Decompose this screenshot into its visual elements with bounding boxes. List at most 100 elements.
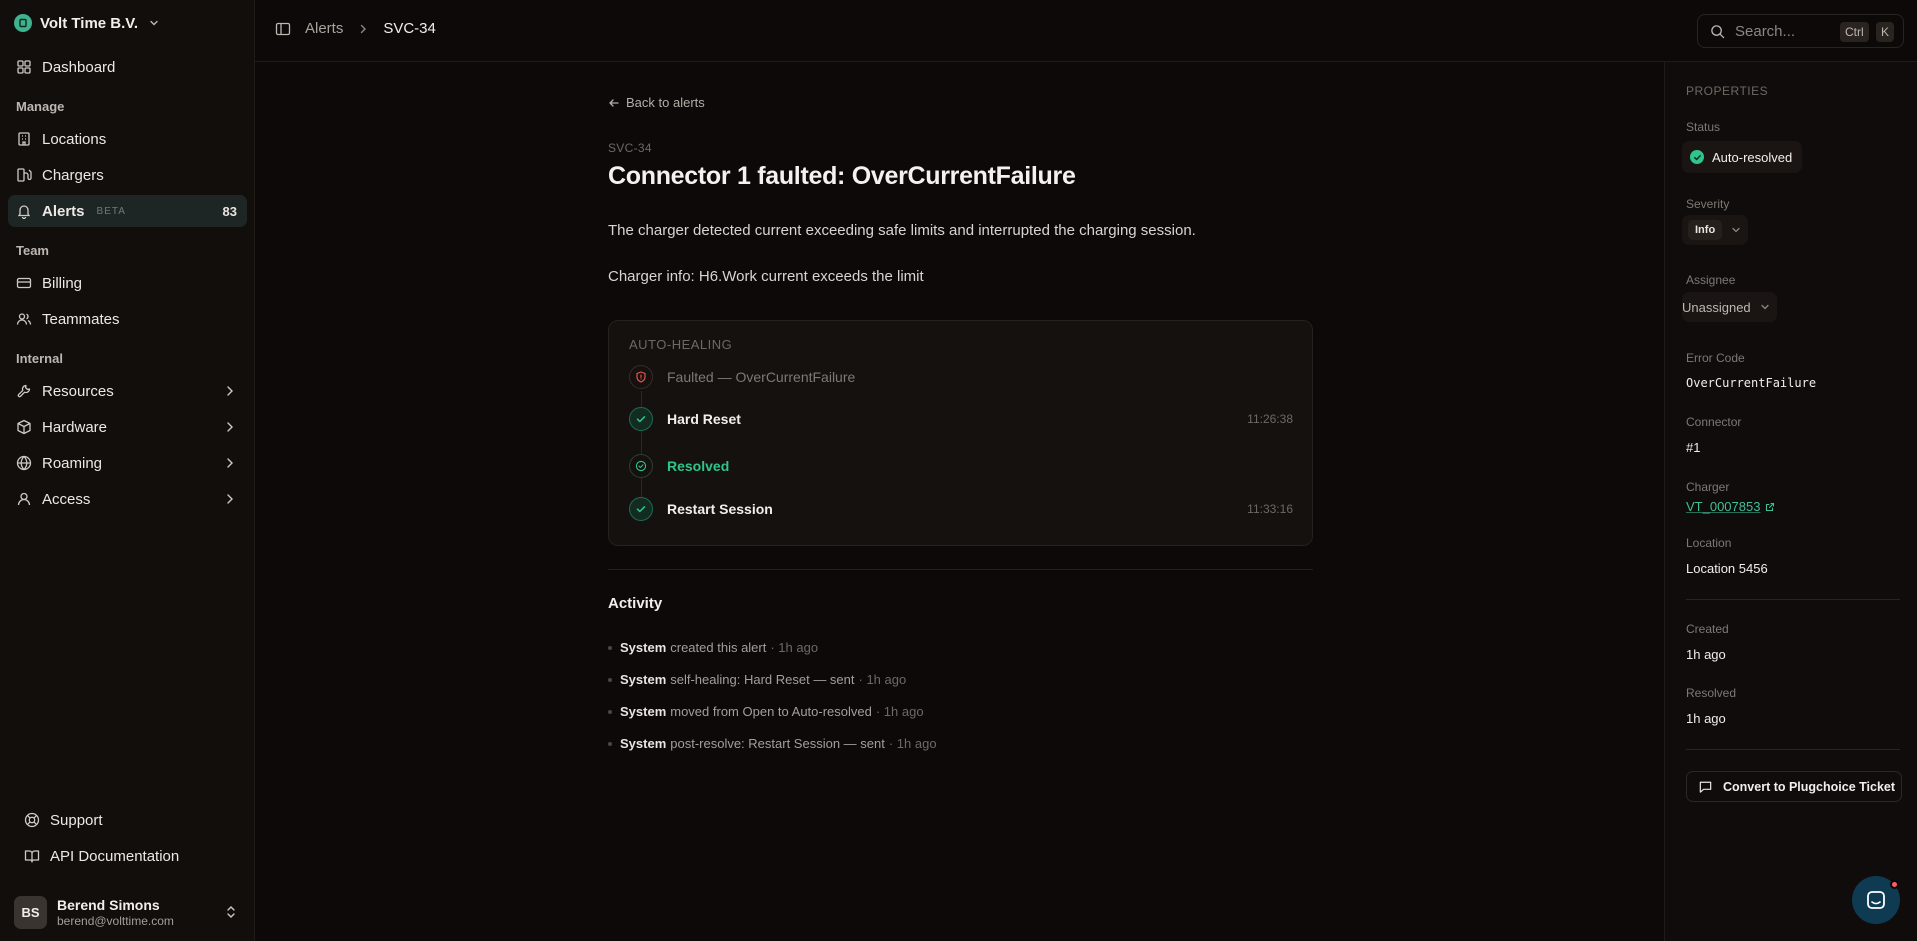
breadcrumb: Alerts SVC-34	[275, 20, 436, 37]
created-value: 1h ago	[1686, 647, 1726, 662]
credit-card-icon	[16, 277, 32, 289]
sidebar-item-api-docs[interactable]: API Documentation	[16, 840, 247, 872]
assignee-label: Assignee	[1686, 273, 1736, 287]
sidebar-item-label: API Documentation	[50, 847, 180, 865]
sidebar-toggle-icon[interactable]	[275, 21, 291, 37]
grid-icon	[17, 60, 31, 74]
activity-text: moved from Open to Auto-resolved	[670, 704, 872, 719]
chevron-right-icon	[227, 422, 233, 432]
org-name: Volt Time B.V.	[40, 14, 139, 32]
sidebar-item-access[interactable]: Access	[8, 483, 247, 515]
charger-label: Charger	[1686, 480, 1730, 494]
step-label: Restart Session	[667, 501, 773, 517]
notification-dot	[1890, 880, 1899, 889]
sidebar-item-chargers[interactable]: Chargers	[8, 159, 247, 191]
sidebar-item-alerts[interactable]: Alerts BETA 83	[8, 195, 247, 227]
arrow-left-icon	[609, 98, 619, 107]
healing-step-restart-session: Restart Session 11:33:16	[629, 497, 1293, 521]
step-label: Faulted — OverCurrentFailure	[667, 369, 856, 385]
severity-select[interactable]: Info	[1682, 215, 1749, 245]
search-input[interactable]: Search... Ctrl K	[1697, 14, 1904, 48]
charger-info: Charger info: H6.Work current exceeds th…	[608, 268, 924, 285]
sidebar-item-label: Chargers	[42, 166, 104, 184]
user-menu[interactable]: BS Berend Simons berend@volttime.com	[14, 896, 244, 929]
sidebar-item-locations[interactable]: Locations	[8, 123, 247, 155]
activity-actor: System	[620, 640, 667, 655]
alert-description: The charger detected current exceeding s…	[608, 222, 1196, 239]
assignee-value: Unassigned	[1682, 299, 1751, 315]
avatar: BS	[14, 896, 47, 929]
kbd-ctrl: Ctrl	[1840, 22, 1869, 42]
properties-panel: PROPERTIES Status Auto-resolved Severity…	[1664, 62, 1917, 941]
properties-heading: PROPERTIES	[1686, 84, 1769, 98]
convert-ticket-button[interactable]: Convert to Plugchoice Ticket	[1686, 771, 1902, 802]
org-switcher[interactable]: Volt Time B.V.	[14, 12, 160, 34]
topbar: Alerts SVC-34 Search... Ctrl K	[255, 0, 1917, 62]
page-title: Connector 1 faulted: OverCurrentFailure	[608, 162, 1076, 190]
resolved-label: Resolved	[1686, 686, 1737, 700]
user-icon	[17, 492, 31, 506]
back-to-alerts-link[interactable]: Back to alerts	[608, 95, 705, 110]
wrench-icon	[17, 384, 31, 398]
sidebar-item-roaming[interactable]: Roaming	[8, 447, 247, 479]
section-label-team: Team	[16, 243, 49, 258]
activity-time: · 1h ago	[888, 736, 937, 751]
check-circle-icon	[629, 454, 653, 478]
severity-badge: Info	[1688, 220, 1723, 240]
activity-time: · 1h ago	[770, 640, 819, 655]
sidebar-item-teammates[interactable]: Teammates	[8, 303, 247, 335]
activity-actor: System	[620, 736, 667, 751]
activity-item: System created this alert · 1h ago	[608, 640, 818, 655]
healing-step-faulted: Faulted — OverCurrentFailure	[629, 365, 1293, 389]
chevron-down-icon	[1761, 304, 1769, 310]
charger-value: VT_0007853	[1686, 499, 1761, 514]
sidebar-item-billing[interactable]: Billing	[8, 267, 247, 299]
connector-label: Connector	[1686, 415, 1742, 429]
activity-time: · 1h ago	[875, 704, 924, 719]
sidebar-item-support[interactable]: Support	[16, 804, 247, 836]
sidebar-item-resources[interactable]: Resources	[8, 375, 247, 407]
sidebar-item-label: Dashboard	[42, 58, 116, 76]
bullet-dot	[608, 709, 612, 714]
activity-time: · 1h ago	[858, 672, 907, 687]
chevron-right-icon	[227, 386, 233, 396]
divider	[1686, 599, 1900, 600]
sidebar-item-label: Hardware	[42, 418, 108, 436]
auto-healing-card: AUTO-HEALING Faulted — OverCurrentFailur…	[608, 320, 1313, 546]
bullet-dot	[608, 645, 612, 650]
breadcrumb-alerts[interactable]: Alerts	[305, 20, 343, 37]
location-label: Location	[1686, 536, 1732, 550]
sidebar-item-label: Access	[42, 490, 91, 508]
check-circle-icon	[1690, 150, 1704, 164]
chevron-down-icon	[1732, 227, 1740, 233]
message-square-icon	[1699, 781, 1712, 793]
sidebar-item-hardware[interactable]: Hardware	[8, 411, 247, 443]
healing-step-resolved: Resolved	[629, 454, 1293, 478]
shield-alert-icon	[629, 365, 653, 389]
connector-value: #1	[1686, 440, 1701, 455]
assignee-select[interactable]: Unassigned	[1682, 292, 1777, 322]
charger-link[interactable]: VT_0007853	[1686, 499, 1775, 514]
building-icon	[18, 132, 30, 146]
activity-heading: Activity	[608, 595, 663, 612]
sidebar-item-dashboard[interactable]: Dashboard	[8, 51, 247, 83]
activity-item: System moved from Open to Auto-resolved …	[608, 704, 924, 719]
error-code-label: Error Code	[1686, 351, 1745, 365]
sidebar-item-label: Resources	[42, 382, 114, 400]
convert-ticket-label: Convert to Plugchoice Ticket	[1723, 779, 1896, 794]
chevron-right-icon	[227, 458, 233, 468]
section-label-internal: Internal	[16, 351, 63, 366]
chevron-right-icon	[361, 24, 367, 33]
status-select[interactable]: Auto-resolved	[1682, 141, 1803, 173]
step-label: Resolved	[667, 458, 730, 474]
lifebuoy-icon	[24, 812, 40, 828]
error-code-value: OverCurrentFailure	[1686, 376, 1817, 390]
charger-plug-icon	[17, 168, 32, 182]
search-placeholder: Search...	[1735, 22, 1796, 40]
activity-actor: System	[620, 704, 667, 719]
activity-text: created this alert	[670, 640, 767, 655]
chevron-right-icon	[227, 494, 233, 504]
activity-text: post-resolve: Restart Session — sent	[670, 736, 885, 751]
healing-step-hard-reset: Hard Reset 11:26:38	[629, 407, 1293, 431]
check-icon	[629, 497, 653, 521]
